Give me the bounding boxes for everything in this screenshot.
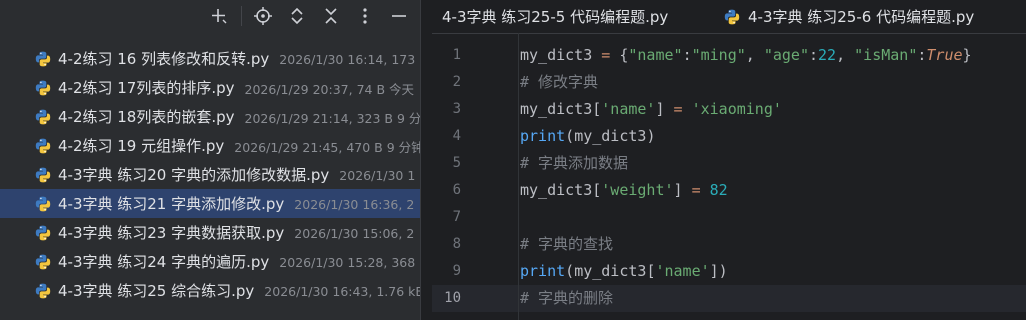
file-list-item[interactable]: 4-2练习 17列表的排序.py 2026/1/29 20:37, 74 B 今天 <box>0 73 420 102</box>
file-name: 4-3字典 练习24 字典的遍历.py <box>58 253 270 271</box>
file-name: 4-2练习 18列表的嵌套.py <box>58 108 235 126</box>
code-line[interactable]: print(my_dict3) <box>520 123 1026 150</box>
more-icon[interactable] <box>352 3 378 29</box>
code-line[interactable]: # 修改字典 <box>520 69 1026 96</box>
python-file-icon <box>35 80 51 96</box>
python-file-icon <box>35 254 51 270</box>
code-line[interactable]: # 字典添加数据 <box>520 150 1026 177</box>
python-file-icon <box>35 283 51 299</box>
editor-tabs: 4-3字典 练习25-5 代码编程题.py 4-3字典 练习25-6 代码编程题… <box>432 0 1026 34</box>
line-number: 3 <box>452 101 461 117</box>
file-list-item[interactable]: 4-3字典 练习24 字典的遍历.py 2026/1/30 15:28, 368 <box>0 247 420 276</box>
file-meta: 2026/1/29 21:14, 323 B 9 分 <box>244 111 420 126</box>
python-file-icon <box>35 109 51 125</box>
line-number: 6 <box>452 182 461 198</box>
code-line[interactable]: print(my_dict3['name']) <box>520 258 1026 285</box>
tab-file-25-5[interactable]: 4-3字典 练习25-5 代码编程题.py <box>442 0 668 33</box>
code-line[interactable]: my_dict3['weight'] = 82 <box>520 177 1026 204</box>
file-meta: 2026/1/30 1 <box>339 168 416 183</box>
gutter-separator <box>518 33 519 320</box>
python-file-icon <box>35 51 51 67</box>
file-list-item[interactable]: 4-2练习 19 元组操作.py 2026/1/29 21:45, 470 B 9… <box>0 131 420 160</box>
code-line[interactable]: my_dict3['name'] = 'xiaoming' <box>520 96 1026 123</box>
line-number: 5 <box>452 155 461 171</box>
python-file-icon <box>35 196 51 212</box>
file-list-item[interactable]: 4-3字典 练习20 字典的添加修改数据.py 2026/1/30 1 <box>0 160 420 189</box>
line-number: 10 <box>444 290 461 306</box>
file-list-item[interactable]: 4-2练习 16 列表修改和反转.py 2026/1/30 16:14, 173 <box>0 44 420 73</box>
project-pane: 4-2练习 16 列表修改和反转.py 2026/1/30 16:14, 173 4… <box>0 0 420 320</box>
file-name: 4-2练习 19 元组操作.py <box>58 137 225 155</box>
file-list-item[interactable]: 4-3字典 练习23 字典数据获取.py 2026/1/30 15:06, 2 <box>0 218 420 247</box>
file-meta: 2026/1/30 15:28, 368 <box>279 255 416 270</box>
code-line[interactable]: # 字典的查找 <box>520 231 1026 258</box>
line-number: 7 <box>452 209 461 225</box>
file-list-item[interactable]: 4-2练习 18列表的嵌套.py 2026/1/29 21:14, 323 B 9… <box>0 102 420 131</box>
line-number: 2 <box>452 74 461 90</box>
line-number: 1 <box>452 47 461 63</box>
python-file-icon <box>35 225 51 241</box>
file-name: 4-2练习 17列表的排序.py <box>58 79 235 97</box>
pane-divider[interactable] <box>420 0 432 320</box>
expand-all-icon[interactable] <box>284 3 310 29</box>
line-number: 4 <box>452 128 461 144</box>
code-line[interactable]: my_dict3 = {"name":"ming", "age":22, "is… <box>520 42 1026 69</box>
file-meta: 2026/1/30 16:36, 2 <box>294 197 415 212</box>
file-list: 4-2练习 16 列表修改和反转.py 2026/1/30 16:14, 173 4… <box>0 44 420 305</box>
toolbar-separator <box>241 6 242 26</box>
file-name: 4-2练习 16 列表修改和反转.py <box>58 50 270 68</box>
tab-label: 4-3字典 练习25-5 代码编程题.py <box>442 8 669 26</box>
collapse-all-icon[interactable] <box>318 3 344 29</box>
file-meta: 2026/1/30 15:06, 2 <box>294 226 415 241</box>
line-number-gutter: 1 2 3 4 5 6 7 8 9 10 <box>432 42 488 312</box>
line-number: 8 <box>452 236 461 252</box>
python-file-icon <box>35 167 51 183</box>
code-area[interactable]: my_dict3 = {"name":"ming", "age":22, "is… <box>520 42 1026 312</box>
file-list-item[interactable]: 4-3字典 练习25 综合练习.py 2026/1/30 16:43, 1.76 … <box>0 276 420 305</box>
file-name: 4-3字典 练习23 字典数据获取.py <box>58 224 285 242</box>
tab-file-25-6[interactable]: 4-3字典 练习25-6 代码编程题.py <box>724 0 974 33</box>
code-line[interactable]: ​ <box>520 204 1026 231</box>
file-name: 4-3字典 练习25 综合练习.py <box>58 282 255 300</box>
line-number: 9 <box>452 263 461 279</box>
locate-icon[interactable] <box>250 3 276 29</box>
python-file-icon <box>35 138 51 154</box>
code-line[interactable]: # 字典的删除 <box>520 285 1026 312</box>
file-meta: 2026/1/30 16:14, 173 <box>279 52 416 67</box>
file-meta: 2026/1/30 16:43, 1.76 kB <box>264 284 420 299</box>
project-toolbar <box>0 0 420 32</box>
file-list-item[interactable]: 4-3字典 练习21 字典添加修改.py 2026/1/30 16:36, 2 <box>0 189 420 218</box>
tab-label: 4-3字典 练习25-6 代码编程题.py <box>748 8 975 26</box>
editor-pane: 4-3字典 练习25-5 代码编程题.py 4-3字典 练习25-6 代码编程题… <box>432 0 1026 320</box>
minimize-icon[interactable] <box>386 3 412 29</box>
file-meta: 2026/1/29 21:45, 470 B 9 分钟 <box>234 140 420 155</box>
file-name: 4-3字典 练习21 字典添加修改.py <box>58 195 285 213</box>
add-icon[interactable] <box>206 3 232 29</box>
python-file-icon <box>724 9 740 24</box>
file-meta: 2026/1/29 20:37, 74 B 今天 <box>244 82 414 97</box>
file-name: 4-3字典 练习20 字典的添加修改数据.py <box>58 166 330 184</box>
